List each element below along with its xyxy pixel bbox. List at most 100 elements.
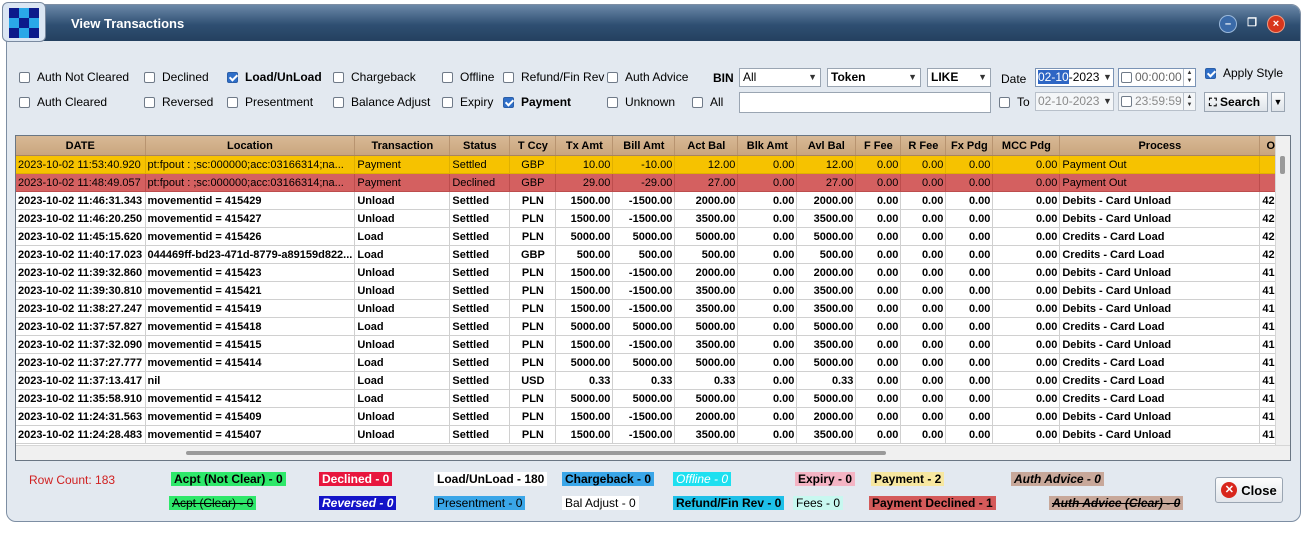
scrollbar-thumb[interactable] xyxy=(186,451,886,455)
checkbox-icon[interactable] xyxy=(333,71,344,83)
filter-refund-fin-rev[interactable]: Refund/Fin Rev xyxy=(503,69,604,85)
checkbox-checked-icon[interactable] xyxy=(227,71,238,83)
column-header[interactable]: Blk Amt xyxy=(737,136,798,156)
column-header[interactable]: Fx Pdg xyxy=(945,136,994,156)
table-row[interactable]: 2023-10-02 11:24:28.483 movementid = 4154… xyxy=(16,425,1287,444)
column-header[interactable]: Tx Amt xyxy=(555,136,614,156)
checkbox-icon[interactable] xyxy=(19,96,30,108)
column-header[interactable]: Transaction xyxy=(354,136,451,156)
column-header[interactable]: Location xyxy=(145,136,356,156)
checkbox-icon[interactable] xyxy=(503,71,514,83)
filter-auth-cleared[interactable]: Auth Cleared xyxy=(19,94,107,110)
checkbox-icon[interactable] xyxy=(607,96,618,108)
filter-load-unload[interactable]: Load/UnLoad xyxy=(227,69,322,85)
table-row[interactable]: 2023-10-02 11:35:58.910 movementid = 4154… xyxy=(16,389,1287,408)
time-from-picker[interactable]: 00:00:00 ▲ ▼ xyxy=(1118,68,1196,87)
filter-balance-adjust[interactable]: Balance Adjust xyxy=(333,94,430,110)
close-button[interactable]: ✕ Close xyxy=(1215,477,1283,503)
table-cell: 0.00 xyxy=(900,389,947,408)
search-input[interactable] xyxy=(739,92,991,113)
checkbox-icon[interactable] xyxy=(692,96,703,108)
filter-auth-not-cleared[interactable]: Auth Not Cleared xyxy=(19,69,129,85)
table-row[interactable]: 2023-10-02 11:37:27.777 movementid = 4154… xyxy=(16,353,1287,372)
column-header[interactable]: DATE xyxy=(16,136,146,156)
filter-expiry[interactable]: Expiry xyxy=(442,94,493,110)
table-row[interactable]: 2023-10-02 11:45:15.620 movementid = 4154… xyxy=(16,227,1287,246)
column-header[interactable]: Bill Amt xyxy=(612,136,676,156)
date-to-picker[interactable]: 02-10-2023 ▼ xyxy=(1035,92,1114,111)
filter-payment[interactable]: Payment xyxy=(503,94,571,110)
filter-declined[interactable]: Declined xyxy=(144,69,209,85)
table-cell: 2023-10-02 11:37:57.827 xyxy=(16,317,146,336)
checkbox-icon[interactable] xyxy=(333,96,344,108)
table-row[interactable]: 2023-10-02 11:38:27.247 movementid = 4154… xyxy=(16,299,1287,318)
bin-select[interactable]: All ▼ xyxy=(739,68,821,87)
table-row[interactable]: 2023-10-02 11:37:32.090 movementid = 4154… xyxy=(16,335,1287,354)
checkbox-icon[interactable] xyxy=(144,71,155,83)
checkbox-icon[interactable] xyxy=(442,96,453,108)
table-cell: Debits - Card Unload xyxy=(1059,281,1261,300)
filter-reversed[interactable]: Reversed xyxy=(144,94,213,110)
table-row[interactable]: 2023-10-02 11:24:31.563 movementid = 4154… xyxy=(16,407,1287,426)
date-to-toggle[interactable]: To xyxy=(999,94,1030,110)
minimize-icon[interactable]: – xyxy=(1219,15,1237,33)
column-header[interactable]: Avl Bal xyxy=(796,136,857,156)
horizontal-scrollbar[interactable] xyxy=(16,445,1290,460)
table-cell: 1500.00 xyxy=(555,425,614,444)
legend-item: Offline - 0 xyxy=(673,472,732,486)
search-options-dropdown[interactable]: ▼ xyxy=(1271,92,1285,112)
table-cell: 0.00 xyxy=(945,191,994,210)
table-row[interactable]: 2023-10-02 11:46:20.250 movementid = 4154… xyxy=(16,209,1287,228)
table-row[interactable]: 2023-10-02 11:40:17.023 044469ff-bd23-471… xyxy=(16,245,1287,264)
table-row[interactable]: 2023-10-02 11:37:13.417 nil Load Settled USD… xyxy=(16,371,1287,390)
column-header[interactable]: MCC Pdg xyxy=(992,136,1061,156)
table-row[interactable]: 2023-10-02 11:37:57.827 movementid = 4154… xyxy=(16,317,1287,336)
column-header[interactable]: Act Bal xyxy=(674,136,739,156)
table-cell: 0.00 xyxy=(737,209,798,228)
column-header[interactable]: Process xyxy=(1059,136,1261,156)
checkbox-icon[interactable] xyxy=(999,96,1010,108)
spinner-icon[interactable]: ▲ ▼ xyxy=(1183,69,1195,86)
table-cell: PLN xyxy=(509,389,557,408)
table-cell: Load xyxy=(354,245,451,264)
close-icon[interactable]: × xyxy=(1267,15,1285,33)
table-cell: 0.00 xyxy=(900,191,947,210)
filter-offline[interactable]: Offline xyxy=(442,69,494,85)
table-row[interactable]: 2023-10-02 11:39:30.810 movementid = 4154… xyxy=(16,281,1287,300)
scrollbar-thumb[interactable] xyxy=(1280,156,1285,174)
restore-icon[interactable]: ❐ xyxy=(1244,15,1260,31)
token-select[interactable]: Token ▼ xyxy=(827,68,921,87)
table-row[interactable]: 2023-10-02 11:46:31.343 movementid = 4154… xyxy=(16,191,1287,210)
checkbox-icon[interactable] xyxy=(1121,72,1132,84)
checkbox-icon[interactable] xyxy=(1121,96,1132,108)
checkbox-icon[interactable] xyxy=(227,96,238,108)
column-header[interactable]: F Fee xyxy=(855,136,902,156)
date-from-picker[interactable]: 02-10-2023 ▼ xyxy=(1035,68,1114,87)
spinner-icon[interactable]: ▲ ▼ xyxy=(1183,93,1195,110)
filter-auth-advice[interactable]: Auth Advice xyxy=(607,69,688,85)
checkbox-icon[interactable] xyxy=(144,96,155,108)
checkbox-icon[interactable] xyxy=(607,71,618,83)
table-row[interactable]: 2023-10-02 11:48:49.057 pt:fpout : ;sc:00… xyxy=(16,173,1287,192)
filter-unknown[interactable]: Unknown xyxy=(607,94,675,110)
checkbox-icon[interactable] xyxy=(442,71,453,83)
column-header[interactable]: T Ccy xyxy=(509,136,557,156)
table-cell: 044469ff-bd23-471d-8779-a89159d822... xyxy=(145,245,356,264)
match-operator-select[interactable]: LIKE ▼ xyxy=(927,68,991,87)
search-button[interactable]: ⛶ Search xyxy=(1204,92,1268,112)
filter-chargeback[interactable]: Chargeback xyxy=(333,69,416,85)
column-header[interactable]: R Fee xyxy=(900,136,947,156)
time-to-picker[interactable]: 23:59:59 ▲ ▼ xyxy=(1118,92,1196,111)
filter-all[interactable]: All xyxy=(692,94,723,110)
checkbox-checked-icon[interactable] xyxy=(1205,67,1216,79)
filter-presentment[interactable]: Presentment xyxy=(227,94,313,110)
column-header[interactable]: Status xyxy=(449,136,511,156)
legend-item: Payment - 2 xyxy=(871,472,945,486)
vertical-scrollbar[interactable] xyxy=(1275,136,1290,460)
table-row[interactable]: 2023-10-02 11:53:40.920 pt:fpout : ;sc:00… xyxy=(16,155,1287,174)
apply-style-toggle[interactable]: Apply Style xyxy=(1205,65,1283,81)
date-from-selected-part: 02-10 xyxy=(1038,70,1069,84)
table-row[interactable]: 2023-10-02 11:39:32.860 movementid = 4154… xyxy=(16,263,1287,282)
checkbox-checked-icon[interactable] xyxy=(503,96,514,108)
checkbox-icon[interactable] xyxy=(19,71,30,83)
